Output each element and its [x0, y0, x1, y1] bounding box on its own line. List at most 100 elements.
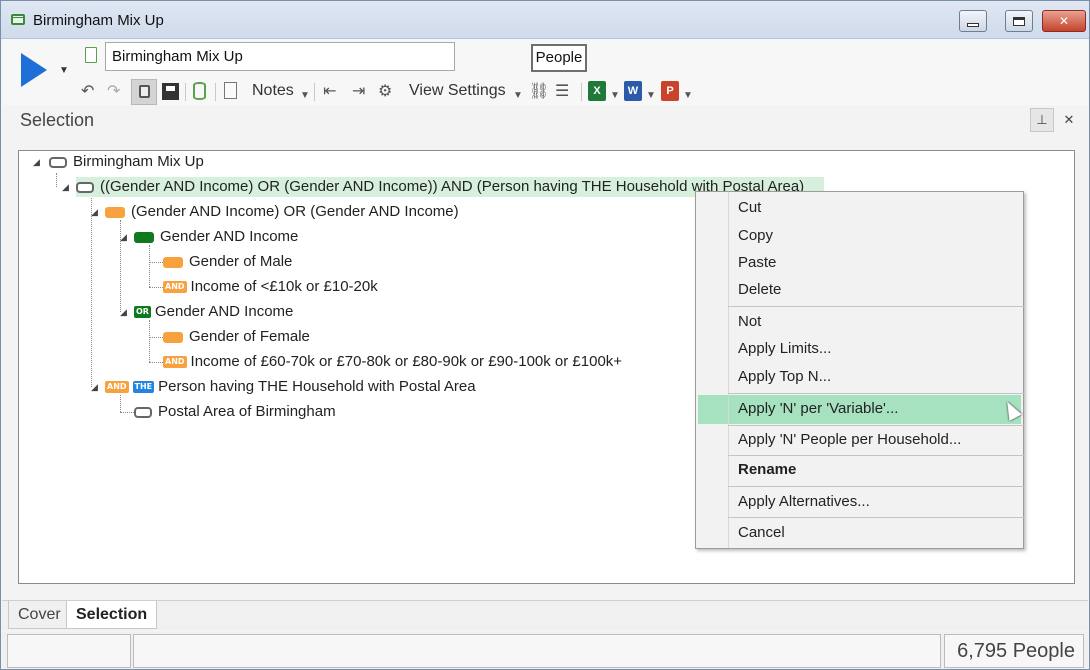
tree-node-label: Gender AND Income	[160, 228, 299, 245]
tree-connector	[120, 395, 121, 412]
tree-node[interactable]: Postal Area of Birmingham	[134, 402, 336, 422]
powerpoint-export-icon[interactable]: P	[661, 81, 679, 101]
collapse-icon[interactable]: ◢	[120, 307, 127, 318]
menu-item-cut[interactable]: Cut	[738, 198, 761, 218]
tree-node[interactable]: Gender of Male	[163, 252, 292, 272]
tree-node[interactable]: (Gender AND Income) OR (Gender AND Incom…	[105, 202, 459, 222]
menu-item-copy[interactable]: Copy	[738, 226, 773, 246]
excel-dropdown-icon[interactable]: ▼	[610, 86, 620, 106]
tree-node[interactable]: AND Income of £60-70k or £70-80k or £80-9…	[163, 352, 622, 372]
tree-connector	[149, 362, 163, 363]
view-tabs: Cover Selection	[2, 600, 1088, 630]
menu-separator	[728, 393, 1024, 394]
menu-item-cancel[interactable]: Cancel	[738, 523, 785, 543]
gear-icon[interactable]: ⚙	[378, 82, 392, 102]
maximize-icon	[1013, 16, 1025, 26]
tree-node-label: Person having THE Household with Postal …	[158, 378, 476, 395]
pin-button[interactable]: ⊥	[1030, 108, 1054, 132]
tree-node-label: Income of <£10k or £10-20k	[190, 278, 378, 295]
menu-separator	[728, 455, 1024, 456]
menu-item-not[interactable]: Not	[738, 312, 761, 332]
run-play-icon[interactable]	[21, 53, 47, 87]
node-type-icon	[163, 256, 183, 268]
run-dropdown-icon[interactable]: ▼	[59, 65, 69, 76]
node-type-icon	[105, 206, 125, 218]
title-bar: Birmingham Mix Up ✕	[1, 1, 1089, 39]
panel-title: Selection	[20, 110, 95, 130]
redo-icon[interactable]: ↷	[107, 82, 120, 102]
close-button[interactable]: ✕	[1042, 10, 1086, 32]
menu-item-paste[interactable]: Paste	[738, 253, 776, 273]
tree-node-label: (Gender AND Income) OR (Gender AND Incom…	[131, 203, 459, 220]
indent-left-icon[interactable]: ⇤	[323, 82, 336, 102]
node-type-icon	[134, 406, 152, 418]
menu-item-apply-top-n[interactable]: Apply Top N...	[738, 367, 831, 387]
tree-connector	[149, 320, 150, 362]
selection-name-input[interactable]	[105, 42, 455, 71]
people-unit-button[interactable]: People	[531, 44, 587, 72]
tree-node[interactable]: OR Gender AND Income	[134, 302, 293, 322]
menu-item-apply-limits[interactable]: Apply Limits...	[738, 339, 831, 359]
menu-separator	[728, 425, 1024, 426]
collapse-icon[interactable]: ◢	[120, 232, 127, 243]
notes-button[interactable]: Notes	[252, 82, 294, 100]
word-dropdown-icon[interactable]: ▼	[646, 86, 656, 106]
database-icon[interactable]	[193, 82, 206, 100]
node-type-icon	[76, 181, 94, 193]
the-badge-icon: THE	[132, 381, 155, 394]
tree-connector	[149, 262, 163, 263]
word-export-icon[interactable]: W	[624, 81, 642, 101]
tab-cover[interactable]: Cover	[8, 601, 71, 629]
undo-icon[interactable]: ↶	[81, 82, 94, 102]
tree-node-label: Gender of Female	[189, 328, 310, 345]
close-icon: ✕	[1063, 112, 1075, 127]
tree-connector	[91, 195, 92, 387]
window-icon	[11, 14, 25, 25]
status-bar: 6,795 People	[2, 632, 1088, 669]
toolbar-divider	[314, 83, 315, 101]
notes-dropdown-icon[interactable]: ▼	[300, 86, 310, 106]
and-badge-icon: AND	[105, 381, 129, 394]
excel-export-icon[interactable]: X	[588, 81, 606, 101]
tree-node[interactable]: Gender of Female	[163, 327, 310, 347]
toolbar-divider	[215, 83, 216, 101]
view-settings-button[interactable]: View Settings	[409, 82, 506, 100]
powerpoint-dropdown-icon[interactable]: ▼	[683, 86, 693, 106]
collapse-icon[interactable]: ◢	[33, 157, 40, 168]
table-view-icon[interactable]: ☰	[555, 82, 569, 102]
status-cell	[7, 634, 131, 668]
panel-close-button[interactable]: ✕	[1057, 108, 1081, 132]
view-settings-dropdown-icon[interactable]: ▼	[513, 86, 523, 106]
menu-item-apply-n-per-variable[interactable]: Apply 'N' per 'Variable'...	[738, 399, 898, 419]
tree-node-label: Gender AND Income	[154, 303, 294, 320]
menu-gutter	[728, 192, 729, 548]
menu-item-apply-n-people-per-household[interactable]: Apply 'N' People per Household...	[738, 430, 961, 450]
menu-separator	[728, 306, 1024, 307]
menu-item-rename[interactable]: Rename	[738, 460, 796, 480]
collapse-icon[interactable]: ◢	[91, 207, 98, 218]
tree-node-root[interactable]: Birmingham Mix Up	[49, 152, 204, 172]
menu-separator	[728, 517, 1024, 518]
collapse-icon[interactable]: ◢	[91, 382, 98, 393]
tab-selection[interactable]: Selection	[66, 601, 158, 629]
menu-item-apply-alternatives[interactable]: Apply Alternatives...	[738, 492, 870, 512]
tree-node-label: Birmingham Mix Up	[73, 153, 204, 170]
save-icon[interactable]	[162, 83, 179, 100]
lock-button[interactable]	[131, 79, 157, 105]
lock-icon	[139, 85, 150, 98]
maximize-button[interactable]	[1005, 10, 1033, 32]
tree-view-icon[interactable]: ⛓	[529, 82, 549, 102]
toolbar-divider	[581, 83, 582, 101]
tree-connector	[149, 337, 163, 338]
minimize-button[interactable]	[959, 10, 987, 32]
tree-node[interactable]: Gender AND Income	[134, 227, 298, 247]
tree-node[interactable]: AND THE Person having THE Household with P…	[105, 377, 476, 397]
or-badge-icon: OR	[134, 306, 151, 319]
collapse-icon[interactable]: ◢	[62, 182, 69, 193]
menu-item-delete[interactable]: Delete	[738, 280, 781, 300]
indent-right-icon[interactable]: ⇥	[352, 82, 365, 102]
people-count: 6,795 People	[944, 634, 1084, 668]
clipboard-icon[interactable]	[224, 82, 237, 99]
tree-node[interactable]: AND Income of <£10k or £10-20k	[163, 277, 378, 297]
pin-icon: ⊥	[1036, 112, 1048, 127]
